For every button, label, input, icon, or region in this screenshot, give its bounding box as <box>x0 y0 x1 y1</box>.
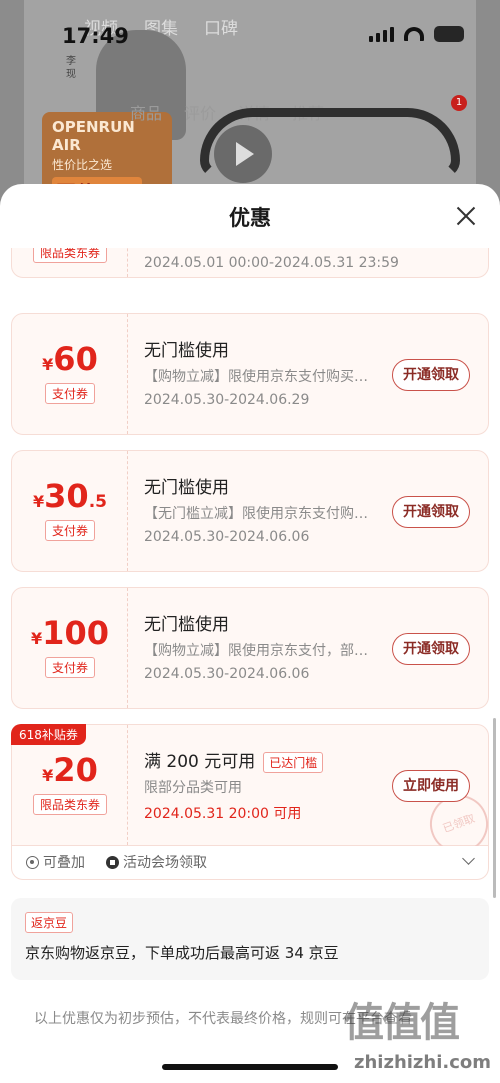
stackable-label: 可叠加 <box>43 855 85 871</box>
coupon-left: ¥60 支付券 <box>12 314 128 434</box>
coupon-card: ¥60 支付券 无门槛使用 【购物立减】限使用京东支付购买部分商品 2024.0… <box>11 313 489 435</box>
coupon-date: 2024.05.30-2024.06.06 <box>144 666 310 682</box>
chevron-down-icon[interactable] <box>462 852 475 865</box>
tab-evaluation: 评价 <box>184 104 217 123</box>
coupon-amount: ¥30.5 <box>33 477 107 515</box>
watermark-text: zhizhizhi.com <box>354 1052 492 1073</box>
stackable-icon <box>26 855 39 869</box>
coupon-desc: 【无门槛立减】限使用京东支付购买部分商品 <box>144 506 370 522</box>
play-icon <box>214 125 272 183</box>
venue-label: 活动会场领取 <box>123 855 207 871</box>
cart-badge: 1 <box>451 95 467 111</box>
coupon-left: 限品类东券 <box>12 248 128 277</box>
promo-sub: 性价比之选 <box>52 158 113 172</box>
scrollbar[interactable] <box>493 718 496 898</box>
offers-sheet: 优惠 限品类东券 2024.05.01 00:00-2024.05.31 23:… <box>0 184 500 1083</box>
coupon-type-tag: 支付券 <box>44 657 95 678</box>
use-now-button[interactable]: 立即使用 <box>392 770 470 802</box>
coupon-footer[interactable]: 可叠加 活动会场领取 <box>11 846 489 880</box>
battery-icon <box>434 26 464 42</box>
coupon-card: ¥30.5 支付券 无门槛使用 【无门槛立减】限使用京东支付购买部分商品 202… <box>11 450 489 572</box>
signal-icon <box>369 26 394 42</box>
wifi-icon <box>404 27 424 41</box>
coupon-left: ¥100 支付券 <box>12 588 128 708</box>
coupon-card-618: ¥20 限品类东券 618补贴券 满 200 元可用 已达门槛 限部分品类可用 2… <box>11 724 497 862</box>
coupon-card: ¥100 支付券 无门槛使用 【购物立减】限使用京东支付，部分商品可用 2024… <box>11 587 489 709</box>
coupon-amount: ¥60 <box>42 340 98 378</box>
coupon-amount: ¥20 <box>42 751 98 789</box>
jd-beans-tag: 返京豆 <box>25 912 74 933</box>
threshold-reached-badge: 已达门槛 <box>263 751 324 773</box>
venue-icon <box>106 855 119 869</box>
coupon-title: 无门槛使用 <box>144 478 229 498</box>
sheet-title: 优惠 <box>229 206 271 230</box>
coupon-type-tag: 支付券 <box>44 520 95 541</box>
tab-product: 商品 <box>130 104 163 123</box>
coupon-type-tag: 支付券 <box>44 383 95 404</box>
open-claim-button[interactable]: 开通领取 <box>392 496 470 528</box>
open-claim-button[interactable]: 开通领取 <box>392 359 470 391</box>
coupon-threshold: 满 200 元可用 <box>144 752 256 772</box>
subsidy-corner-tag: 618补贴券 <box>11 724 86 745</box>
watermark-logo: 值值值 <box>344 1000 460 1046</box>
coupon-title: 无门槛使用 <box>144 615 229 635</box>
home-indicator[interactable] <box>162 1064 338 1070</box>
coupon-amount: ¥100 <box>31 614 109 652</box>
coupon-list[interactable]: 限品类东券 2024.05.01 00:00-2024.05.31 23:59 … <box>0 248 500 1083</box>
watermark: 值值值 zhizhizhi.com <box>340 990 500 1083</box>
coupon-type-tag: 限品类东券 <box>32 794 107 815</box>
coupon-date: 2024.05.30-2024.06.29 <box>144 392 310 408</box>
status-icons <box>369 26 464 42</box>
open-claim-button[interactable]: 开通领取 <box>392 633 470 665</box>
close-icon[interactable] <box>454 204 478 228</box>
coupon-date: 2024.05.30-2024.06.06 <box>144 529 310 545</box>
coupon-title: 满 200 元可用 已达门槛 <box>144 747 324 773</box>
coupon-desc: 限部分品类可用 <box>144 780 242 796</box>
coupon-title: 无门槛使用 <box>144 341 229 361</box>
status-time: 17:49 <box>62 24 129 48</box>
coupon-desc: 【购物立减】限使用京东支付购买部分商品 <box>144 369 370 385</box>
coupon-type-tag: 限品类东券 <box>32 248 107 263</box>
coupon-left: ¥30.5 支付券 <box>12 451 128 571</box>
jd-beans-text: 京东购物返京豆，下单成功后最高可返 34 京豆 <box>25 944 339 962</box>
coupon-card: 限品类东券 2024.05.01 00:00-2024.05.31 23:59 <box>11 248 489 278</box>
coupon-date: 2024.05.01 00:00-2024.05.31 23:59 <box>144 255 399 271</box>
jd-beans-box: 返京豆 京东购物返京豆，下单成功后最高可返 34 京豆 <box>11 898 489 980</box>
coupon-desc: 【购物立减】限使用京东支付，部分商品可用 <box>144 643 370 659</box>
status-bar: 17:49 <box>0 0 500 60</box>
coupon-date: 2024.05.31 20:00 可用 <box>144 806 302 822</box>
